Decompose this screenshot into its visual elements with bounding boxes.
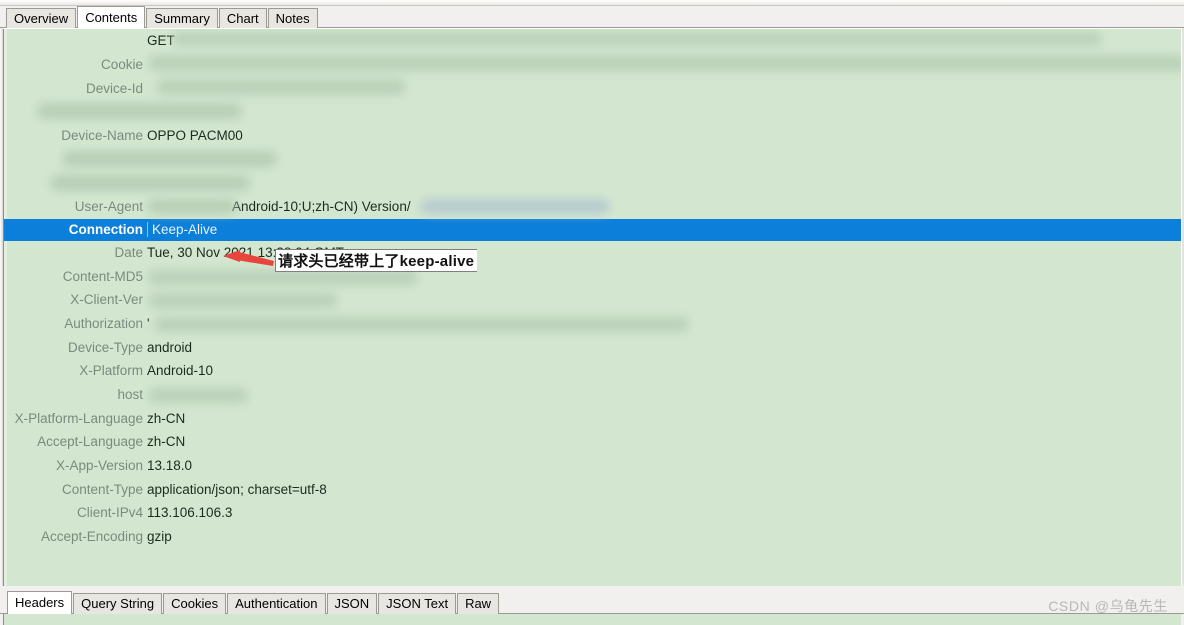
table-row[interactable]: Content-Type application/json; charset=u… <box>4 477 1181 501</box>
http-header-list: GET Cookie Device-Id Device-Name OPPO PA… <box>4 29 1181 548</box>
csdn-watermark: CSDN @乌龟先生 <box>1048 598 1168 614</box>
table-row[interactable]: Device-Type android <box>4 335 1181 359</box>
table-row[interactable] <box>4 147 1181 171</box>
table-row[interactable]: X-Platform Android-10 <box>4 359 1181 383</box>
header-name: User-Agent <box>74 199 143 215</box>
header-value: zh-CN <box>147 410 186 426</box>
tab-raw[interactable]: Raw <box>457 593 500 614</box>
header-name: Content-MD5 <box>62 268 143 284</box>
annotation-callout: 请求头已经带上了keep-alive <box>275 249 478 272</box>
header-name: Date <box>114 244 143 260</box>
header-name: X-Platform <box>79 363 143 379</box>
table-row[interactable]: host <box>4 383 1181 407</box>
table-row[interactable]: Content-MD5 <box>4 264 1181 288</box>
table-row[interactable]: X-App-Version 13.18.0 <box>4 454 1181 478</box>
header-value: zh-CN <box>147 434 186 450</box>
tab-chart[interactable]: Chart <box>218 8 267 28</box>
header-value: ' <box>147 315 150 331</box>
tab-query-string[interactable]: Query String <box>73 593 163 614</box>
top-tab-list: Overview Contents Summary Chart Notes <box>6 6 319 28</box>
tab-summary[interactable]: Summary <box>146 8 218 28</box>
header-name: Authorization <box>64 315 143 331</box>
table-row-selected-connection[interactable]: Connection Keep-Alive <box>4 218 1181 241</box>
tab-authentication[interactable]: Authentication <box>227 593 326 614</box>
table-row[interactable]: GET <box>4 29 1181 53</box>
header-value: OPPO PACM00 <box>147 128 243 144</box>
tab-overview[interactable]: Overview <box>6 8 77 28</box>
header-name: Client-IPv4 <box>76 505 143 521</box>
table-row[interactable]: User-Agent Android-10;U;zh-CN) Version/ <box>4 195 1181 219</box>
header-name: Cookie <box>100 57 143 73</box>
table-row[interactable]: Date Tue, 30 Nov 2021 13:38:04 GMT <box>4 241 1181 265</box>
header-name: Device-Id <box>85 80 143 96</box>
header-value: application/json; charset=utf-8 <box>147 481 327 497</box>
table-row[interactable]: X-Platform-Language zh-CN <box>4 406 1181 430</box>
table-row[interactable]: Authorization ' <box>4 312 1181 336</box>
tab-json-text[interactable]: JSON Text <box>378 593 457 614</box>
headers-content-pane[interactable]: GET Cookie Device-Id Device-Name OPPO PA… <box>3 29 1181 586</box>
header-value: android <box>147 339 193 355</box>
tab-json[interactable]: JSON <box>326 593 378 614</box>
header-value: Android-10;U;zh-CN) Version/ <box>232 199 411 215</box>
header-name: Accept-Language <box>37 434 143 450</box>
header-value: gzip <box>147 529 172 545</box>
tab-headers[interactable]: Headers <box>7 591 73 614</box>
header-value: 113.106.106.3 <box>147 505 233 521</box>
table-row[interactable]: X-Client-Ver <box>4 288 1181 312</box>
header-name: Content-Type <box>61 481 143 497</box>
table-row[interactable]: Device-Name OPPO PACM00 <box>4 124 1181 148</box>
table-row[interactable]: Accept-Encoding gzip <box>4 525 1181 549</box>
table-row[interactable]: Device-Id <box>4 76 1181 100</box>
header-name: X-App-Version <box>55 458 143 474</box>
header-value: Android-10 <box>147 363 214 379</box>
header-value: GET <box>147 33 175 49</box>
tab-contents[interactable]: Contents <box>77 6 146 28</box>
bottom-tab-list: Headers Query String Cookies Authenticat… <box>7 591 500 614</box>
bottom-tab-strip: Headers Query String Cookies Authenticat… <box>0 586 1184 625</box>
table-row[interactable] <box>4 100 1181 124</box>
header-name: Device-Name <box>61 128 143 144</box>
top-tab-strip: Overview Contents Summary Chart Notes <box>0 0 1184 28</box>
table-row[interactable]: Cookie <box>4 53 1181 77</box>
header-name: Accept-Encoding <box>40 529 143 545</box>
table-row[interactable]: Client-IPv4 113.106.106.3 <box>4 501 1181 525</box>
table-row[interactable]: Accept-Language zh-CN <box>4 430 1181 454</box>
header-name: Connection <box>68 222 143 237</box>
tab-notes[interactable]: Notes <box>267 8 318 28</box>
bottom-content-pane <box>3 614 1181 625</box>
header-name: X-Client-Ver <box>70 292 143 308</box>
header-value: Keep-Alive <box>147 222 1181 237</box>
header-name: X-Platform-Language <box>14 410 143 426</box>
header-name: Device-Type <box>67 339 143 355</box>
tab-cookies[interactable]: Cookies <box>163 593 227 614</box>
table-row[interactable] <box>4 171 1181 195</box>
header-name: host <box>117 386 143 402</box>
header-value: 13.18.0 <box>147 458 193 474</box>
